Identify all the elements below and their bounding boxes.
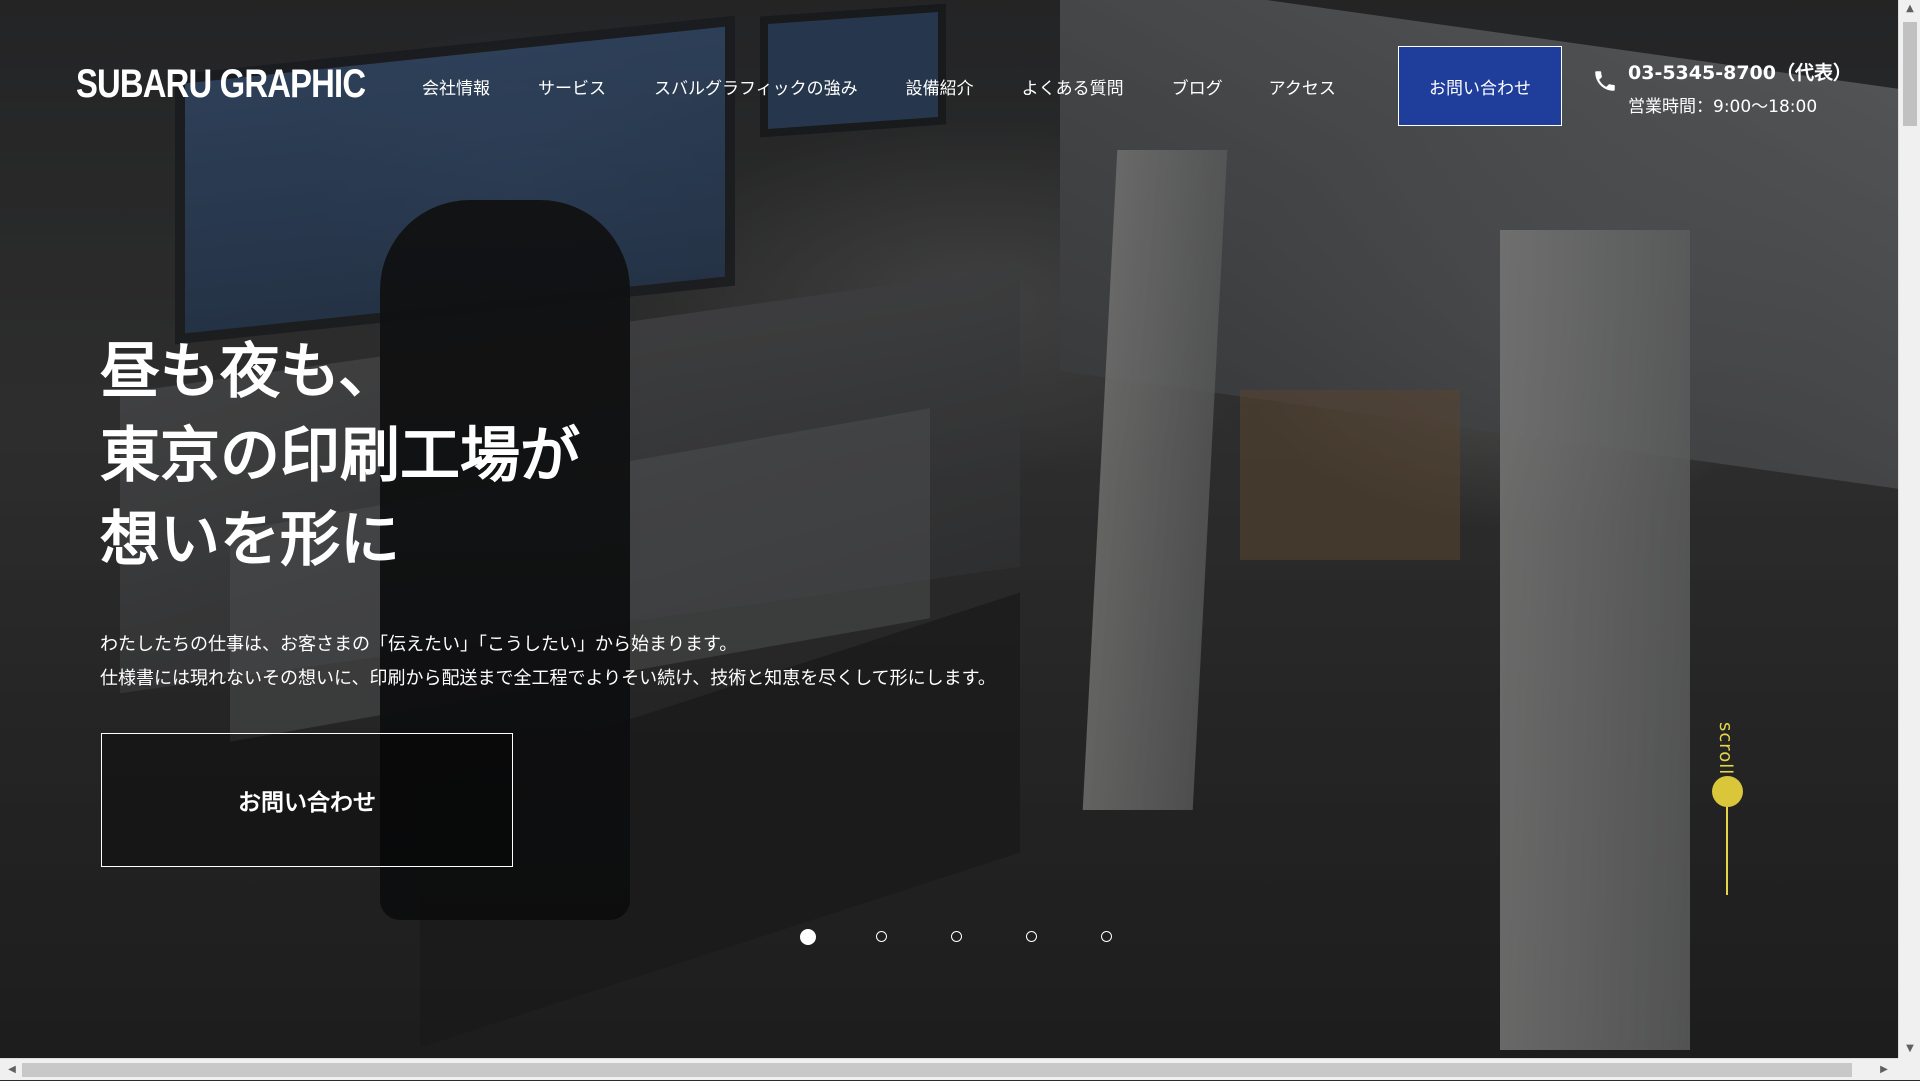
vertical-scrollbar[interactable]: ▲ ▼ (1898, 0, 1920, 1058)
site-logo[interactable]: SUBARU GRAPHIC (76, 62, 366, 107)
phone-number[interactable]: 03-5345-8700（代表） (1628, 58, 1852, 85)
scroll-up-arrow-icon[interactable]: ▲ (1899, 0, 1920, 18)
nav-item-faq[interactable]: よくある質問 (1022, 74, 1124, 99)
horizontal-scroll-thumb[interactable] (22, 1063, 1852, 1077)
lead-line-1: わたしたちの仕事は、お客さまの「伝えたい」「こうしたい」から始まります。 (100, 634, 738, 655)
main-nav: 会社情報 サービス スバルグラフィックの強み 設備紹介 よくある質問 ブログ ア… (422, 74, 1384, 99)
headline-line-2: 東京の印刷工場が (100, 421, 580, 491)
scroll-left-arrow-icon[interactable]: ◀ (2, 1059, 22, 1081)
header-contact-label: お問い合わせ (1429, 78, 1531, 99)
headline-line-3: 想いを形に (100, 505, 400, 575)
nav-item-service[interactable]: サービス (538, 74, 606, 99)
nav-item-blog[interactable]: ブログ (1172, 74, 1223, 99)
vertical-scroll-thumb[interactable] (1903, 22, 1917, 126)
horizontal-scrollbar[interactable]: ◀ ▶ (0, 1058, 1920, 1080)
nav-item-company[interactable]: 会社情報 (422, 74, 490, 99)
business-hours: 営業時間：9:00〜18:00 (1628, 97, 1818, 117)
slider-dot-2[interactable] (876, 931, 887, 942)
hero-contact-button[interactable]: お問い合わせ (101, 733, 513, 867)
header-contact-button[interactable]: お問い合わせ (1398, 46, 1562, 126)
hero-lead: わたしたちの仕事は、お客さまの「伝えたい」「こうしたい」から始まります。 仕様書… (100, 628, 996, 696)
scroll-label: scroll (1715, 722, 1736, 776)
slider-dot-4[interactable] (1026, 931, 1037, 942)
slider-dot-3[interactable] (951, 931, 962, 942)
nav-item-access[interactable]: アクセス (1269, 74, 1336, 99)
slider-dot-1[interactable] (800, 929, 816, 945)
scroll-down-arrow-icon[interactable]: ▼ (1899, 1040, 1920, 1058)
scrollbar-corner (1898, 1058, 1920, 1080)
lead-line-2: 仕様書には現れないその想いに、印刷から配送まで全工程でよりそい続け、技術と知恵を… (100, 668, 996, 689)
hero-headline: 昼も夜も、 東京の印刷工場が 想いを形に (100, 330, 580, 582)
slider-dots (800, 929, 1176, 945)
slider-dot-5[interactable] (1101, 931, 1112, 942)
scroll-indicator-ball (1712, 776, 1743, 807)
hero-contact-label: お問い合わせ (238, 790, 376, 816)
scroll-right-arrow-icon[interactable]: ▶ (1874, 1059, 1894, 1081)
phone-icon (1595, 71, 1615, 91)
nav-item-equipment[interactable]: 設備紹介 (906, 74, 974, 99)
headline-line-1: 昼も夜も、 (100, 337, 399, 407)
nav-item-strengths[interactable]: スバルグラフィックの強み (654, 74, 858, 99)
